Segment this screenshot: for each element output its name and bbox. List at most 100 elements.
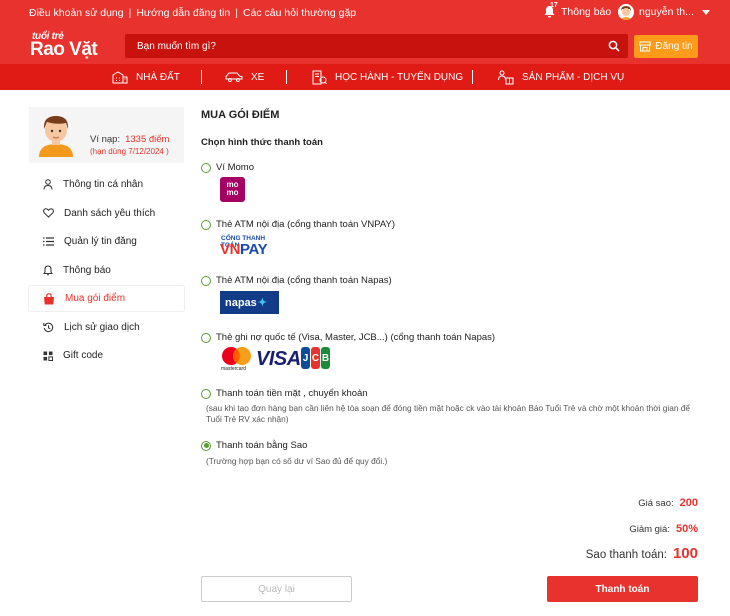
- visa-logo: VISA: [256, 348, 301, 370]
- divider: [286, 70, 287, 84]
- chevron-down-icon: [701, 9, 710, 15]
- sidebar-item-label: Lịch sử giao dịch: [64, 321, 140, 333]
- summary-total-label: Sao thanh toán:: [585, 549, 667, 561]
- sidebar-item-gift-code[interactable]: Gift code: [29, 343, 184, 368]
- jcb-letter: B: [321, 347, 330, 369]
- option-label: Thẻ ghi nợ quốc tế (Visa, Master, JCB...…: [216, 332, 496, 343]
- jcb-letter: C: [311, 347, 320, 369]
- mastercard-circles: [222, 347, 251, 365]
- top-bar: Điều khoản sử dụng | Hướng dẫn đăng tin …: [0, 0, 730, 26]
- napas-star-icon: ✦: [257, 297, 268, 309]
- summary-total-value: 100: [672, 545, 698, 562]
- bell-icon: [43, 264, 53, 275]
- education-icon: [312, 70, 327, 84]
- category-jobs[interactable]: HỌC HÀNH - TUYỂN DỤNG: [311, 69, 463, 85]
- building-icon: [112, 71, 128, 84]
- vnpay-logo-pay: PAY: [240, 241, 268, 258]
- option-label: Thanh toán bằng Sao: [216, 440, 308, 451]
- notification-count: 17: [550, 2, 558, 9]
- store-icon: [639, 41, 652, 52]
- payment-option-vnpay[interactable]: Thẻ ATM nội địa (cổng thanh toán VNPAY): [201, 219, 395, 230]
- faq-link[interactable]: Các câu hỏi thường gặp: [243, 7, 356, 19]
- separator: |: [235, 7, 238, 19]
- sidebar-item-label: Quản lý tin đăng: [64, 236, 137, 247]
- grid-icon: [43, 351, 53, 361]
- option-label: Thanh toán tiền mặt , chuyển khoản: [216, 388, 368, 399]
- wallet-points: 1335 điểm: [125, 134, 170, 145]
- page-body: Ví nạp: 1335 điểm (hạn dùng 7/12/2024 ) T…: [0, 90, 730, 616]
- sidebar-item-manage-posts[interactable]: Quản lý tin đăng: [29, 229, 184, 254]
- avatar: [39, 116, 73, 157]
- stars-option-note: (Trường hợp bạn có số dư ví Sao đủ để qu…: [206, 456, 388, 466]
- sidebar-menu: Thông tin cá nhân Danh sách yêu thích Qu…: [29, 172, 184, 372]
- logo-main-text: Rao Vặt: [30, 39, 98, 60]
- category-nav: NHÀ ĐẤT XE HỌC HÀNH - TUYỂN DỤNG SẢN PHẨ…: [0, 64, 730, 90]
- jcb-letter: J: [301, 347, 310, 369]
- sidebar-item-favorites[interactable]: Danh sách yêu thích: [29, 201, 184, 226]
- page-title: MUA GÓI ĐIỂM: [201, 109, 280, 121]
- sidebar-item-transactions[interactable]: Lịch sử giao dịch: [29, 315, 184, 340]
- radio-button[interactable]: [201, 388, 211, 399]
- avatar: [618, 4, 634, 20]
- category-label: HỌC HÀNH - TUYỂN DỤNG: [335, 71, 464, 83]
- search-icon[interactable]: [608, 40, 620, 52]
- divider: [201, 70, 202, 84]
- radio-button[interactable]: [201, 162, 211, 173]
- top-links: Điều khoản sử dụng | Hướng dẫn đăng tin …: [29, 7, 356, 19]
- list-icon: [43, 237, 54, 246]
- pay-button[interactable]: Thanh toán: [547, 576, 698, 602]
- radio-button[interactable]: [201, 219, 211, 230]
- mastercard-logo: mastercard: [220, 346, 253, 373]
- summary-discount-row: Giảm giá: 50%: [629, 523, 698, 535]
- posting-guide-link[interactable]: Hướng dẫn đăng tin: [136, 7, 230, 19]
- payment-option-intl-card[interactable]: Thẻ ghi nợ quốc tế (Visa, Master, JCB...…: [201, 332, 495, 343]
- summary-price-label: Giá sao:: [638, 498, 674, 509]
- payment-option-napas[interactable]: Thẻ ATM nội địa (cổng thanh toán Napas): [201, 275, 392, 286]
- mastercard-logo-text: mastercard: [221, 366, 247, 372]
- wallet-label: Ví nạp:: [90, 134, 121, 145]
- site-logo[interactable]: tuổi trẻ Rao Vặt: [30, 31, 112, 60]
- category-products[interactable]: SẢN PHẨM - DỊCH VỤ: [497, 69, 624, 85]
- user-menu[interactable]: nguyễn th...: [618, 4, 710, 20]
- separator: |: [128, 7, 132, 19]
- user-name: nguyễn th...: [639, 6, 694, 18]
- notification-label: Thông báo: [561, 6, 612, 18]
- history-icon: [43, 322, 54, 332]
- option-label: Thẻ ATM nội địa (cổng thanh toán Napas): [216, 275, 392, 286]
- radio-button[interactable]: [201, 275, 211, 286]
- category-label: XE: [251, 71, 265, 83]
- momo-logo-text: mo mo: [226, 180, 239, 197]
- radio-button[interactable]: [201, 332, 211, 343]
- summary-discount-value: 50%: [675, 523, 698, 535]
- shopping-bag-icon: [44, 292, 54, 304]
- category-real-estate[interactable]: NHÀ ĐẤT: [112, 69, 180, 85]
- sidebar-item-notifications[interactable]: Thông báo: [29, 258, 184, 283]
- wallet-expiry: (hạn dùng 7/12/2024 ): [90, 147, 169, 156]
- payment-option-momo[interactable]: Ví Momo: [201, 162, 254, 173]
- summary-price-row: Giá sao: 200: [638, 497, 698, 509]
- napas-logo: napas ✦: [220, 291, 279, 314]
- payment-option-cash[interactable]: Thanh toán tiền mặt , chuyển khoản: [201, 388, 368, 399]
- vnpay-logo-text: VNPAY: [220, 241, 268, 258]
- sidebar-item-profile[interactable]: Thông tin cá nhân: [29, 172, 184, 197]
- post-ad-button[interactable]: Đăng tin: [634, 35, 698, 58]
- user-icon: [43, 179, 53, 190]
- wallet-balance: Ví nạp: 1335 điểm: [90, 134, 169, 145]
- post-ad-label: Đăng tin: [655, 41, 693, 52]
- payment-option-stars[interactable]: Thanh toán bằng Sao: [201, 440, 307, 451]
- terms-link[interactable]: Điều khoản sử dụng: [29, 7, 124, 19]
- notification-button[interactable]: 17 Thông báo: [544, 2, 612, 19]
- category-vehicles[interactable]: XE: [225, 69, 264, 85]
- napas-logo-text: napas: [225, 296, 257, 309]
- radio-button-selected[interactable]: [201, 440, 211, 451]
- search-input[interactable]: [125, 34, 600, 58]
- option-label: Thẻ ATM nội địa (cổng thanh toán VNPAY): [216, 219, 396, 230]
- sidebar-item-buy-points[interactable]: Mua gói điểm: [29, 286, 184, 311]
- back-button[interactable]: Quay lại: [201, 576, 352, 602]
- section-subtitle: Chọn hình thức thanh toán: [201, 137, 323, 148]
- sidebar-item-label: Thông báo: [63, 264, 111, 276]
- vnpay-logo: CỔNG THANH TOÁN VNPAY: [220, 235, 284, 259]
- option-label: Ví Momo: [216, 162, 255, 173]
- sidebar-item-label: Thông tin cá nhân: [63, 179, 144, 190]
- profile-card: Ví nạp: 1335 điểm (hạn dùng 7/12/2024 ): [29, 107, 184, 163]
